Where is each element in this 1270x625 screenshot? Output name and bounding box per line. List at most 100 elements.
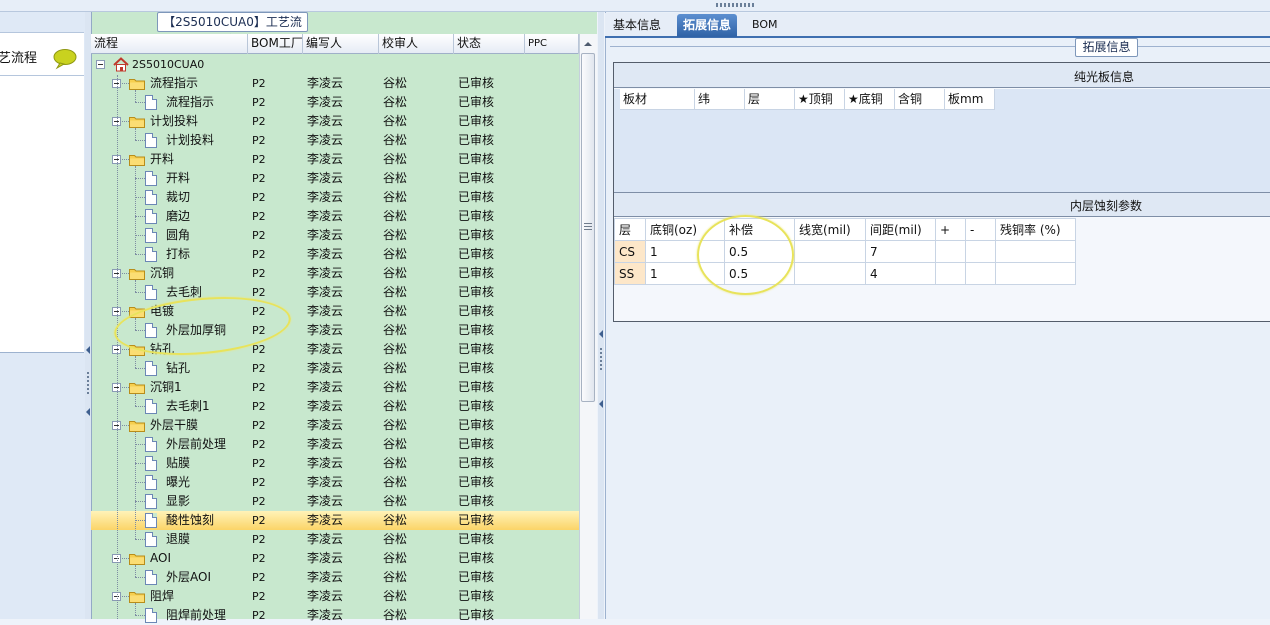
- document-icon: [145, 171, 157, 186]
- tree-connector: [122, 159, 129, 160]
- tree-connector: [135, 432, 136, 539]
- tree-row[interactable]: 曝光 P2 李凌云 谷松 已审核: [91, 473, 579, 492]
- column-header-checker[interactable]: 校审人: [379, 34, 454, 54]
- tree-folder-row[interactable]: 计划投料 P2 李凌云 谷松 已审核: [91, 112, 579, 131]
- tab-extended-info[interactable]: 拓展信息: [677, 14, 738, 37]
- cell-writer: 李凌云: [307, 418, 344, 432]
- column-header-plus[interactable]: +: [935, 218, 966, 241]
- table-cell-spacing[interactable]: 4: [865, 262, 936, 285]
- table-row[interactable]: SS 1 0.5 4: [614, 262, 1076, 285]
- tree-row[interactable]: 阻焊前处理 P2 李凌云 谷松 已审核: [91, 606, 579, 625]
- tree-folder-row[interactable]: 流程指示 P2 李凌云 谷松 已审核: [91, 74, 579, 93]
- tree-connector: [122, 273, 129, 274]
- table-header-row: 层 底铜(oz) 补偿 线宽(mil) 间距(mil) + - 残铜率 (%): [614, 218, 1076, 241]
- cell-bom-factory: P2: [252, 153, 266, 166]
- cell-checker: 谷松: [383, 380, 408, 394]
- cell-writer: 李凌云: [307, 399, 344, 413]
- tree-row[interactable]: 钻孔 P2 李凌云 谷松 已审核: [91, 359, 579, 378]
- table-cell-plus[interactable]: [935, 240, 966, 263]
- table-cell-layer[interactable]: CS: [614, 240, 646, 263]
- column-header-bom-factory[interactable]: BOM工厂: [248, 34, 303, 54]
- column-header-ppc[interactable]: PPC: [525, 34, 579, 54]
- table-cell-spacing[interactable]: 7: [865, 240, 936, 263]
- column-header-layer[interactable]: 层: [614, 218, 646, 241]
- column-header-top-copper[interactable]: ★顶铜: [795, 89, 845, 109]
- cell-checker: 谷松: [383, 114, 408, 128]
- column-header-line-width[interactable]: 线宽(mil): [794, 218, 866, 241]
- column-header-board-mm[interactable]: 板mm: [945, 89, 995, 109]
- tree-node-label: 显影: [166, 494, 191, 508]
- cell-status: 已审核: [458, 570, 495, 584]
- tree-row[interactable]: 打标 P2 李凌云 谷松 已审核: [91, 245, 579, 264]
- tree-folder-row[interactable]: 外层干膜 P2 李凌云 谷松 已审核: [91, 416, 579, 435]
- cell-checker: 谷松: [383, 513, 408, 527]
- tree-row[interactable]: 贴膜 P2 李凌云 谷松 已审核: [91, 454, 579, 473]
- tree-row[interactable]: 计划投料 P2 李凌云 谷松 已审核: [91, 131, 579, 150]
- cell-status: 已审核: [458, 361, 495, 375]
- tree-row[interactable]: 酸性蚀刻 P2 李凌云 谷松 已审核: [91, 511, 579, 530]
- table-cell-residual-copper[interactable]: [995, 240, 1076, 263]
- cell-writer: 李凌云: [307, 247, 344, 261]
- tree-row[interactable]: 外层前处理 P2 李凌云 谷松 已审核: [91, 435, 579, 454]
- tree-root-row[interactable]: 2S5010CUA0: [91, 55, 579, 74]
- table-cell-minus[interactable]: [965, 240, 996, 263]
- table-row[interactable]: CS 1 0.5 7: [614, 240, 1076, 263]
- tree-connector: [135, 90, 136, 102]
- tree-connector: [135, 520, 145, 521]
- tree-folder-row[interactable]: 阻焊 P2 李凌云 谷松 已审核: [91, 587, 579, 606]
- column-header-spacing[interactable]: 间距(mil): [865, 218, 936, 241]
- scroll-up-icon[interactable]: [580, 36, 596, 52]
- column-header-copper-content[interactable]: 含铜: [895, 89, 945, 109]
- table-cell-line-width[interactable]: [794, 240, 866, 263]
- tree-row[interactable]: 外层AOI P2 李凌云 谷松 已审核: [91, 568, 579, 587]
- column-header-layer[interactable]: 层: [745, 89, 795, 109]
- tree-row[interactable]: 流程指示 P2 李凌云 谷松 已审核: [91, 93, 579, 112]
- tree-row[interactable]: 退膜 P2 李凌云 谷松 已审核: [91, 530, 579, 549]
- scrollbar-grip[interactable]: [584, 223, 592, 230]
- section-title: 内层蚀刻参数: [1070, 199, 1143, 213]
- table-cell-line-width[interactable]: [794, 262, 866, 285]
- table-cell-plus[interactable]: [935, 262, 966, 285]
- column-header-process[interactable]: 流程: [91, 34, 248, 54]
- cell-bom-factory: P2: [252, 191, 266, 204]
- splitter-grip[interactable]: [716, 3, 756, 7]
- document-icon: [145, 133, 157, 148]
- tree-connector: [122, 596, 129, 597]
- center-splitter[interactable]: [598, 12, 604, 619]
- cell-bom-factory: P2: [252, 438, 266, 451]
- tab-basic-info[interactable]: 基本信息: [607, 14, 667, 37]
- column-header-minus[interactable]: -: [965, 218, 996, 241]
- document-icon: [145, 247, 157, 262]
- table-cell-layer[interactable]: SS: [614, 262, 646, 285]
- tree-row[interactable]: 去毛刺 P2 李凌云 谷松 已审核: [91, 283, 579, 302]
- column-header-bottom-copper[interactable]: ★底铜: [845, 89, 895, 109]
- tree-row[interactable]: 圆角 P2 李凌云 谷松 已审核: [91, 226, 579, 245]
- tab-bom[interactable]: BOM: [746, 14, 784, 37]
- cell-checker: 谷松: [383, 228, 408, 242]
- tree-row[interactable]: 去毛刺1 P2 李凌云 谷松 已审核: [91, 397, 579, 416]
- cell-writer: 李凌云: [307, 361, 344, 375]
- tree-connector: [135, 603, 136, 615]
- cell-status: 已审核: [458, 152, 495, 166]
- column-header-weft[interactable]: 纬: [695, 89, 745, 109]
- document-icon: [145, 494, 157, 509]
- cell-checker: 谷松: [383, 266, 408, 280]
- column-header-writer[interactable]: 编写人: [303, 34, 379, 54]
- column-header-status[interactable]: 状态: [454, 34, 525, 54]
- tree-folder-row[interactable]: 沉铜1 P2 李凌云 谷松 已审核: [91, 378, 579, 397]
- cell-status: 已审核: [458, 323, 495, 337]
- tree-folder-row[interactable]: 沉铜 P2 李凌云 谷松 已审核: [91, 264, 579, 283]
- tree-row[interactable]: 显影 P2 李凌云 谷松 已审核: [91, 492, 579, 511]
- tree-row[interactable]: 磨边 P2 李凌云 谷松 已审核: [91, 207, 579, 226]
- tree-row[interactable]: 开料 P2 李凌云 谷松 已审核: [91, 169, 579, 188]
- tree-connector: [135, 501, 145, 502]
- tree-row[interactable]: 裁切 P2 李凌云 谷松 已审核: [91, 188, 579, 207]
- tree-folder-row[interactable]: AOI P2 李凌云 谷松 已审核: [91, 549, 579, 568]
- cell-bom-factory: P2: [252, 267, 266, 280]
- table-cell-minus[interactable]: [965, 262, 996, 285]
- column-header-residual-copper[interactable]: 残铜率 (%): [995, 218, 1076, 241]
- table-cell-residual-copper[interactable]: [995, 262, 1076, 285]
- tree-folder-row[interactable]: 开料 P2 李凌云 谷松 已审核: [91, 150, 579, 169]
- column-header-board-material[interactable]: 板材: [620, 89, 695, 109]
- collapse-toggle[interactable]: [96, 60, 105, 69]
